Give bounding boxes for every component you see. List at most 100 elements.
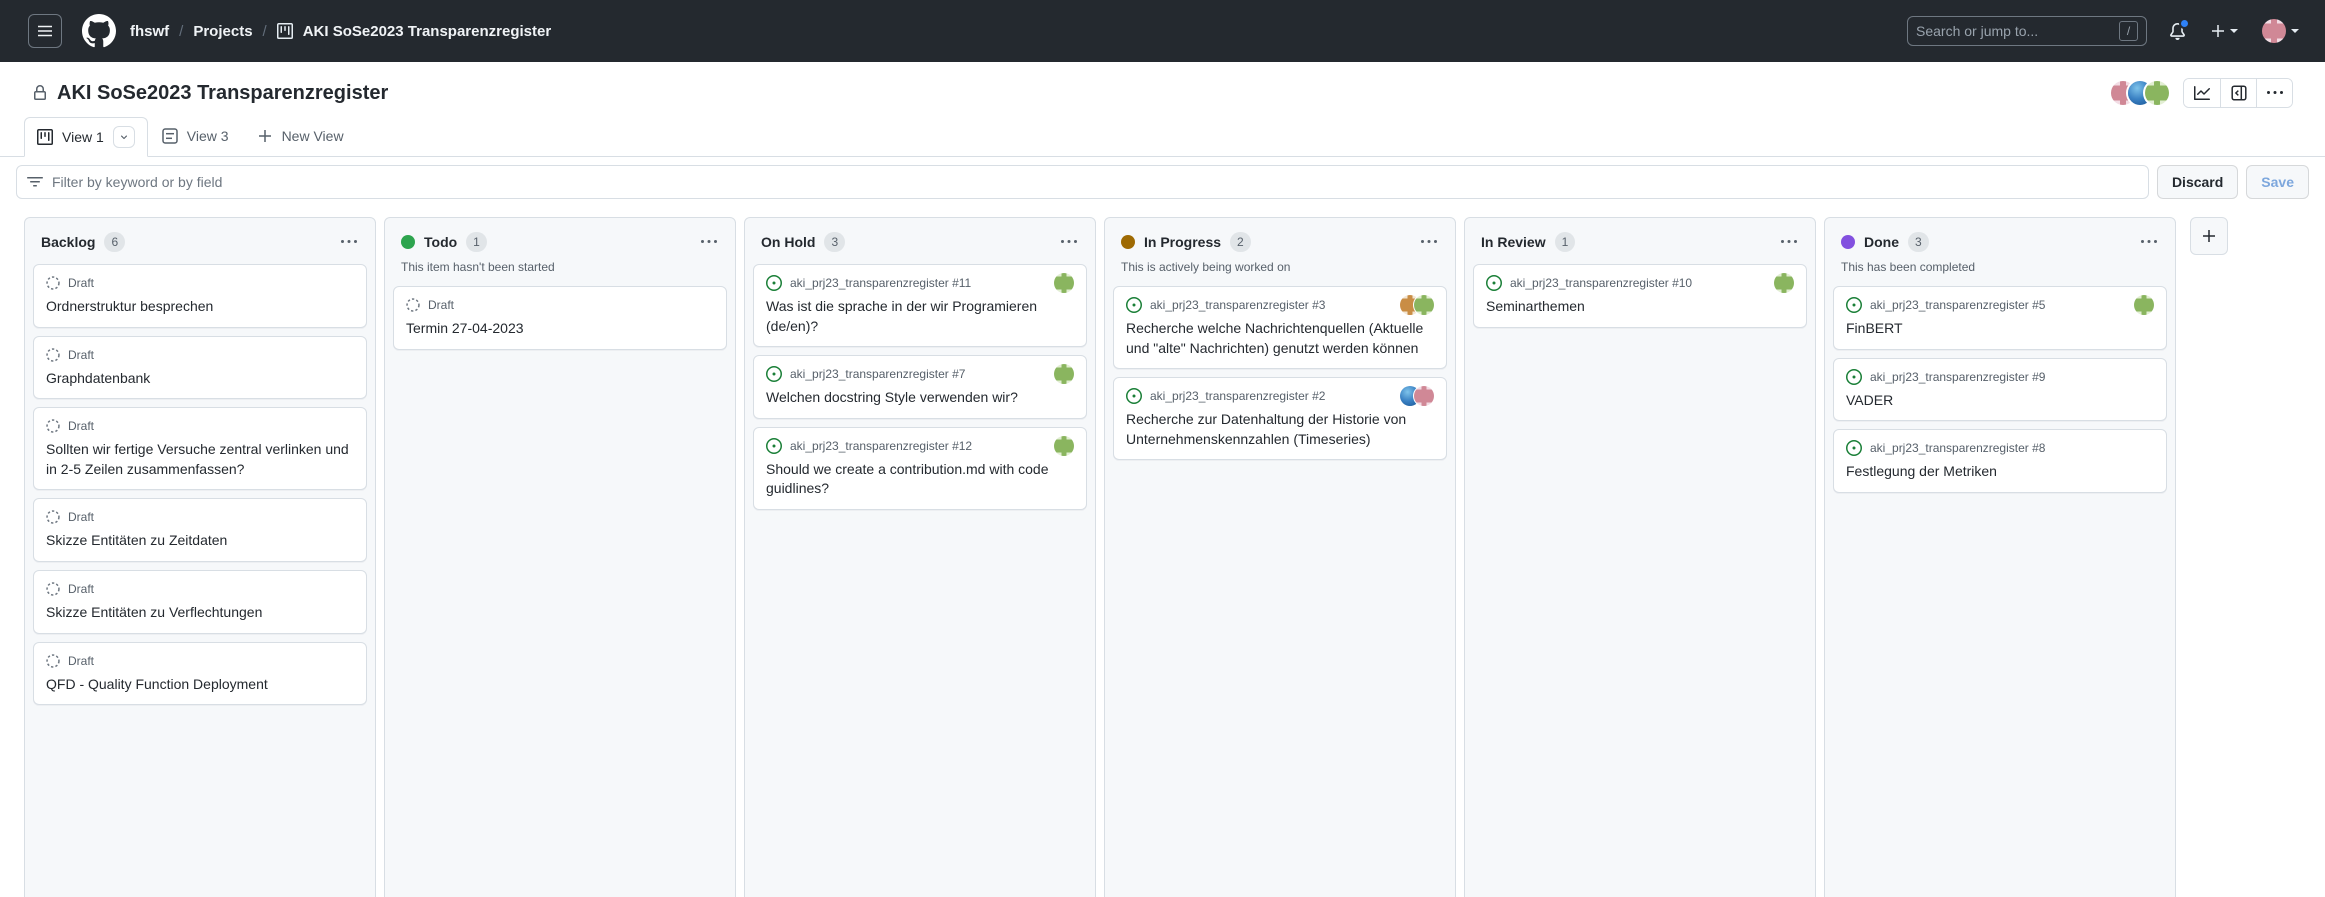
card-list: aki_prj23_transparenzregister #10 Semina… [1465, 260, 1815, 336]
card-title[interactable]: Should we create a contribution.md with … [766, 460, 1074, 499]
side-panel-button[interactable] [2220, 79, 2256, 107]
column-menu-button[interactable] [339, 232, 359, 252]
card-title[interactable]: Was ist die sprache in der wir Programie… [766, 297, 1074, 336]
card-type-label: Draft [68, 419, 94, 433]
issue-repo-label[interactable]: aki_prj23_transparenzregister #7 [790, 367, 965, 381]
draft-icon [46, 510, 60, 524]
card[interactable]: aki_prj23_transparenzregister #9 VADER [1833, 358, 2167, 422]
project-menu-button[interactable] [2256, 79, 2292, 107]
create-new-button[interactable] [2210, 23, 2238, 39]
breadcrumb-project[interactable]: AKI SoSe2023 Transparenzregister [303, 23, 551, 40]
column-name: On Hold [761, 234, 815, 250]
card-title[interactable]: Seminarthemen [1486, 297, 1794, 317]
assignee-avatars[interactable] [1400, 386, 1434, 406]
card-title[interactable]: Termin 27-04-2023 [406, 319, 714, 339]
issue-repo-label[interactable]: aki_prj23_transparenzregister #5 [1870, 298, 2045, 312]
avatar [2134, 295, 2154, 315]
card[interactable]: aki_prj23_transparenzregister #2 Recherc… [1113, 377, 1447, 460]
card[interactable]: Draft Ordnerstruktur besprechen [33, 264, 367, 328]
column-status-dot [1121, 235, 1135, 249]
card-title[interactable]: QFD - Quality Function Deployment [46, 675, 354, 695]
issue-open-icon [1486, 275, 1502, 291]
tab-view-3[interactable]: View 3 [148, 116, 243, 156]
save-button[interactable]: Save [2246, 165, 2309, 199]
draft-icon [406, 298, 420, 312]
assignee-avatars[interactable] [2134, 295, 2154, 315]
breadcrumb-org[interactable]: fhswf [130, 23, 169, 40]
column-menu-button[interactable] [1059, 232, 1079, 252]
discard-button[interactable]: Discard [2157, 165, 2238, 199]
breadcrumb-projects[interactable]: Projects [193, 23, 252, 40]
card[interactable]: aki_prj23_transparenzregister #12 Should… [753, 427, 1087, 510]
user-menu-button[interactable] [2262, 19, 2299, 43]
global-search[interactable]: / [1907, 16, 2147, 46]
issue-repo-label[interactable]: aki_prj23_transparenzregister #11 [790, 276, 971, 290]
add-column-button[interactable] [2190, 217, 2228, 255]
card-title[interactable]: Skizze Entitäten zu Zeitdaten [46, 531, 354, 551]
issue-repo-label[interactable]: aki_prj23_transparenzregister #2 [1150, 389, 1325, 403]
card-title[interactable]: Recherche zur Datenhaltung der Historie … [1126, 410, 1434, 449]
assignee-avatars[interactable] [1054, 436, 1074, 456]
card-title[interactable]: FinBERT [1846, 319, 2154, 339]
card[interactable]: Draft Skizze Entitäten zu Zeitdaten [33, 498, 367, 562]
card[interactable]: aki_prj23_transparenzregister #11 Was is… [753, 264, 1087, 347]
card-title[interactable]: Sollten wir fertige Versuche zentral ver… [46, 440, 354, 479]
column-description: This is actively being worked on [1105, 260, 1455, 282]
search-input[interactable] [1916, 23, 2111, 39]
chevron-down-icon [118, 131, 130, 143]
card[interactable]: aki_prj23_transparenzregister #3 Recherc… [1113, 286, 1447, 369]
card[interactable]: Draft Graphdatenbank [33, 336, 367, 400]
card-type-label: Draft [68, 348, 94, 362]
unread-notification-dot [2179, 18, 2190, 29]
assignee-avatars[interactable] [1774, 273, 1794, 293]
card-title[interactable]: Festlegung der Metriken [1846, 462, 2154, 482]
card-title[interactable]: Welchen docstring Style verwenden wir? [766, 388, 1074, 408]
assignee-avatars[interactable] [1054, 273, 1074, 293]
filter-bar: Discard Save [0, 157, 2325, 207]
page-title: AKI SoSe2023 Transparenzregister [57, 82, 388, 105]
column-menu-button[interactable] [699, 232, 719, 252]
github-logo[interactable] [82, 14, 116, 48]
plus-icon [2210, 23, 2226, 39]
card[interactable]: aki_prj23_transparenzregister #5 FinBERT [1833, 286, 2167, 350]
card[interactable]: aki_prj23_transparenzregister #10 Semina… [1473, 264, 1807, 328]
issue-open-icon [766, 275, 782, 291]
issue-repo-label[interactable]: aki_prj23_transparenzregister #9 [1870, 370, 2045, 384]
tab-view-1[interactable]: View 1 [24, 117, 148, 157]
column-name: Backlog [41, 234, 95, 250]
card[interactable]: Draft Skizze Entitäten zu Verflechtungen [33, 570, 367, 634]
filter-icon [27, 174, 43, 190]
card-title[interactable]: Graphdatenbank [46, 369, 354, 389]
issue-repo-label[interactable]: aki_prj23_transparenzregister #3 [1150, 298, 1325, 312]
assignee-avatars[interactable] [1400, 295, 1434, 315]
notifications-button[interactable] [2169, 23, 2186, 40]
card[interactable]: Draft QFD - Quality Function Deployment [33, 642, 367, 706]
assignee-avatars[interactable] [1054, 364, 1074, 384]
hamburger-menu-button[interactable] [28, 14, 62, 48]
new-view-button[interactable]: New View [243, 116, 358, 156]
card-title[interactable]: Recherche welche Nachrichtenquellen (Akt… [1126, 319, 1434, 358]
plus-icon [2201, 228, 2217, 244]
collaborator-avatars[interactable] [2111, 81, 2169, 105]
card[interactable]: Draft Termin 27-04-2023 [393, 286, 727, 350]
column-menu-button[interactable] [1419, 232, 1439, 252]
tab-label: View 1 [62, 129, 104, 145]
issue-repo-label[interactable]: aki_prj23_transparenzregister #8 [1870, 441, 2045, 455]
card[interactable]: aki_prj23_transparenzregister #7 Welchen… [753, 355, 1087, 419]
card-type-label: Draft [68, 654, 94, 668]
column-menu-button[interactable] [1779, 232, 1799, 252]
view-options-button[interactable] [113, 126, 135, 148]
issue-repo-label[interactable]: aki_prj23_transparenzregister #10 [1510, 276, 1692, 290]
card-title[interactable]: Ordnerstruktur besprechen [46, 297, 354, 317]
filter-input[interactable] [52, 174, 2138, 190]
issue-open-icon [1846, 440, 1862, 456]
issue-repo-label[interactable]: aki_prj23_transparenzregister #12 [790, 439, 972, 453]
insights-button[interactable] [2184, 79, 2220, 107]
card-type-label: Draft [428, 298, 454, 312]
card[interactable]: Draft Sollten wir fertige Versuche zentr… [33, 407, 367, 490]
filter-field[interactable] [16, 165, 2149, 199]
card-title[interactable]: Skizze Entitäten zu Verflechtungen [46, 603, 354, 623]
column-menu-button[interactable] [2139, 232, 2159, 252]
card[interactable]: aki_prj23_transparenzregister #8 Festleg… [1833, 429, 2167, 493]
card-title[interactable]: VADER [1846, 391, 2154, 411]
